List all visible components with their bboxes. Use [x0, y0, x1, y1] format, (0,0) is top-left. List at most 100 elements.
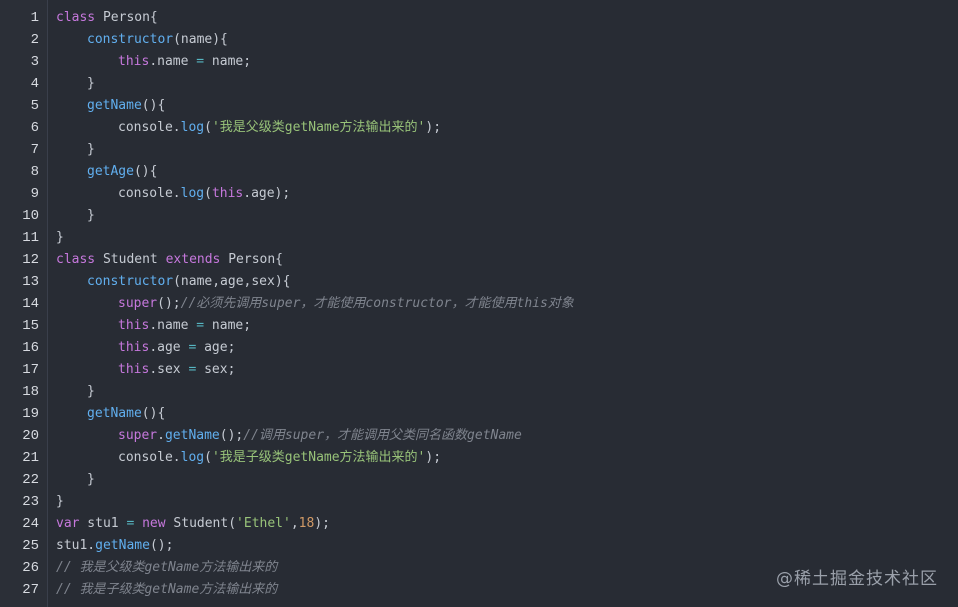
code-text: } [56, 469, 95, 491]
line-number: 19 [22, 406, 39, 422]
code-line[interactable]: 2 constructor(name){ [0, 29, 958, 51]
line-number: 17 [22, 362, 39, 378]
code-line[interactable]: 13 constructor(name,age,sex){ [0, 271, 958, 293]
line-number: 9 [30, 186, 39, 202]
code-line[interactable]: 5 getName(){ [0, 95, 958, 117]
code-line[interactable]: 11} [0, 227, 958, 249]
code-token: (){ [133, 164, 158, 179]
code-line[interactable]: 4} [0, 73, 958, 95]
line-number: 11 [22, 230, 39, 246]
code-line[interactable]: 1 class Person{ [0, 7, 958, 29]
code-token: stu1. [56, 538, 96, 553]
code-line[interactable]: 19 getName(){ [0, 403, 958, 425]
line-number: 3 [30, 54, 39, 70]
code-token: . [157, 428, 165, 443]
code-text: // 我是父级类getName方法输出来的 [56, 557, 277, 579]
code-token: .age); [243, 186, 291, 201]
code-line[interactable]: 9 console.log(this.age); [0, 183, 958, 205]
code-line[interactable]: 21 console.log('我是子级类getName方法输出来的'); [0, 447, 958, 469]
code-text: constructor(name){ [56, 29, 228, 51]
code-text: } [56, 205, 95, 227]
code-text: } [56, 491, 64, 513]
line-number: 15 [22, 318, 39, 334]
code-token: class [56, 10, 96, 25]
code-token: (name){ [173, 32, 228, 47]
code-token: log [180, 120, 205, 135]
code-token: ); [314, 516, 330, 531]
line-number: 7 [30, 142, 39, 158]
line-number: 20 [22, 428, 39, 444]
code-line[interactable]: 10} [0, 205, 958, 227]
code-token: super [118, 428, 158, 443]
code-line[interactable]: 24 var stu1 = new Student('Ethel',18); [0, 513, 958, 535]
code-token: } [87, 208, 95, 223]
code-token: name; [204, 54, 252, 69]
line-number: 14 [22, 296, 39, 312]
code-text: console.log('我是父级类getName方法输出来的'); [56, 117, 441, 139]
code-line[interactable]: 18} [0, 381, 958, 403]
code-token: '我是父级类getName方法输出来的' [211, 120, 426, 135]
code-text: } [56, 73, 95, 95]
code-line[interactable]: 12 class Student extends Person{ [0, 249, 958, 271]
watermark: @稀土掘金技术社区 [776, 569, 938, 589]
line-number: 27 [22, 582, 39, 598]
code-token: log [180, 450, 205, 465]
code-text: super.getName();//调用super，才能调用父类同名函数getN… [56, 425, 522, 447]
line-number: 23 [22, 494, 39, 510]
code-line[interactable]: 8 getAge(){ [0, 161, 958, 183]
code-token: var [56, 516, 80, 531]
code-line[interactable]: 20 super.getName();//调用super，才能调用父类同名函数ge… [0, 425, 958, 447]
code-line[interactable]: 25 stu1.getName(); [0, 535, 958, 557]
code-line[interactable]: 16 this.age = age; [0, 337, 958, 359]
code-token: constructor [87, 32, 174, 47]
code-text: class Person{ [56, 7, 158, 29]
code-line[interactable]: 22} [0, 469, 958, 491]
code-token: ( [204, 120, 212, 135]
code-token: (); [157, 296, 181, 311]
line-number: 12 [22, 252, 39, 268]
code-line[interactable]: 14 super();//必须先调用super，才能使用constructor，才… [0, 293, 958, 315]
code-token: super [118, 296, 158, 311]
line-number: 16 [22, 340, 39, 356]
code-token: this [118, 362, 150, 377]
code-token: (){ [141, 406, 166, 421]
code-token: 18 [298, 516, 315, 531]
line-number: 8 [30, 164, 39, 180]
code-token: // 我是父级类getName方法输出来的 [56, 560, 278, 575]
code-token: } [56, 494, 64, 509]
code-token: constructor [87, 274, 174, 289]
code-line[interactable]: 7} [0, 139, 958, 161]
code-token: Student [95, 252, 166, 267]
code-editor[interactable]: 1 class Person{2 constructor(name){3 this.n… [0, 0, 958, 607]
code-text: getAge(){ [56, 161, 157, 183]
code-token: class [56, 252, 96, 267]
code-token: getName [95, 538, 150, 553]
line-number: 6 [30, 120, 39, 136]
code-text: console.log('我是子级类getName方法输出来的'); [56, 447, 441, 469]
code-text: } [56, 227, 64, 249]
code-line[interactable]: 23} [0, 491, 958, 513]
code-token: Person{ [220, 252, 284, 267]
code-line[interactable]: 6 console.log('我是父级类getName方法输出来的'); [0, 117, 958, 139]
code-token: (); [149, 538, 174, 553]
code-token: console. [118, 186, 181, 201]
code-line[interactable]: 17 this.sex = sex; [0, 359, 958, 381]
code-token: .name [149, 54, 197, 69]
code-text: } [56, 139, 95, 161]
code-token: getName [164, 428, 220, 443]
line-number: 18 [22, 384, 39, 400]
code-line[interactable]: 15 this.name = name; [0, 315, 958, 337]
code-token: .age [149, 340, 189, 355]
code-lines[interactable]: 1 class Person{2 constructor(name){3 this.n… [0, 7, 958, 601]
line-number: 10 [22, 208, 39, 224]
code-text: getName(){ [56, 95, 165, 117]
code-token: ( [204, 186, 212, 201]
code-token: age; [196, 340, 236, 355]
code-text: } [56, 381, 95, 403]
code-token: = [196, 318, 205, 333]
code-token: } [87, 76, 95, 91]
code-token: } [87, 384, 95, 399]
line-number: 1 [30, 10, 39, 26]
code-token: this [118, 54, 150, 69]
code-line[interactable]: 3 this.name = name; [0, 51, 958, 73]
